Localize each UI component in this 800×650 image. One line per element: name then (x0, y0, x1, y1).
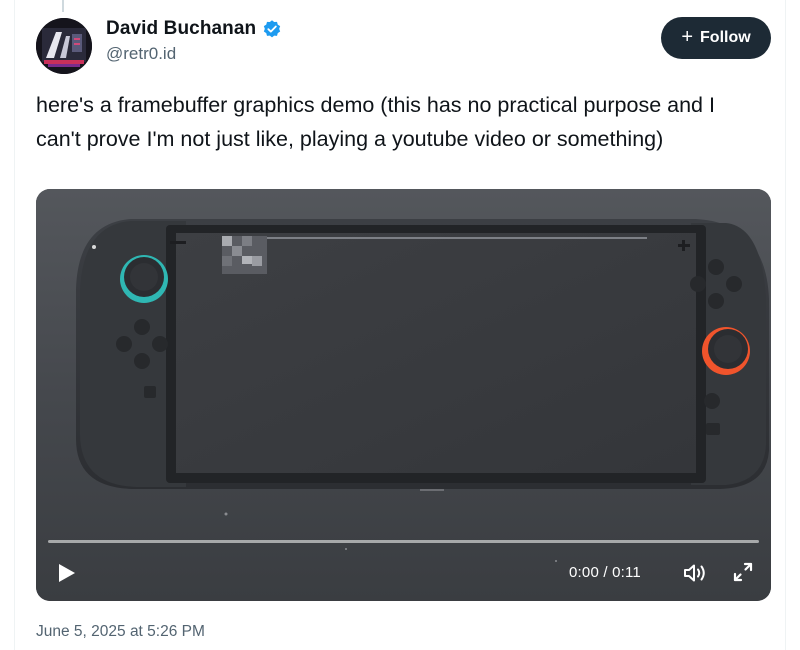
volume-icon[interactable] (682, 561, 708, 585)
card-border-left (14, 0, 15, 650)
thread-connector-line (62, 0, 64, 12)
tweet-card: David Buchanan @retr0.id + Follow here's… (0, 0, 800, 650)
follow-button-label: Follow (700, 29, 751, 46)
video-progress-bar[interactable] (48, 540, 759, 543)
plus-icon: + (681, 26, 694, 48)
card-border-right (785, 0, 786, 650)
video-time: 0:00 / 0:11 (569, 564, 641, 581)
author-handle[interactable]: @retr0.id (106, 44, 282, 64)
tweet-text: here's a framebuffer graphics demo (this… (36, 93, 715, 151)
tweet-timestamp[interactable]: June 5, 2025 at 5:26 PM (36, 623, 205, 641)
verified-badge-icon (264, 20, 281, 38)
follow-button[interactable]: + Follow (661, 17, 771, 59)
avatar[interactable] (36, 18, 92, 74)
author-name[interactable]: David Buchanan (106, 18, 256, 40)
author-name-row: David Buchanan (106, 18, 282, 40)
author-info: David Buchanan @retr0.id (106, 18, 282, 64)
play-icon[interactable] (54, 561, 78, 585)
fullscreen-icon[interactable] (732, 561, 754, 583)
video-player[interactable]: 0:00 / 0:11 (36, 189, 771, 601)
avatar-image (36, 18, 92, 74)
